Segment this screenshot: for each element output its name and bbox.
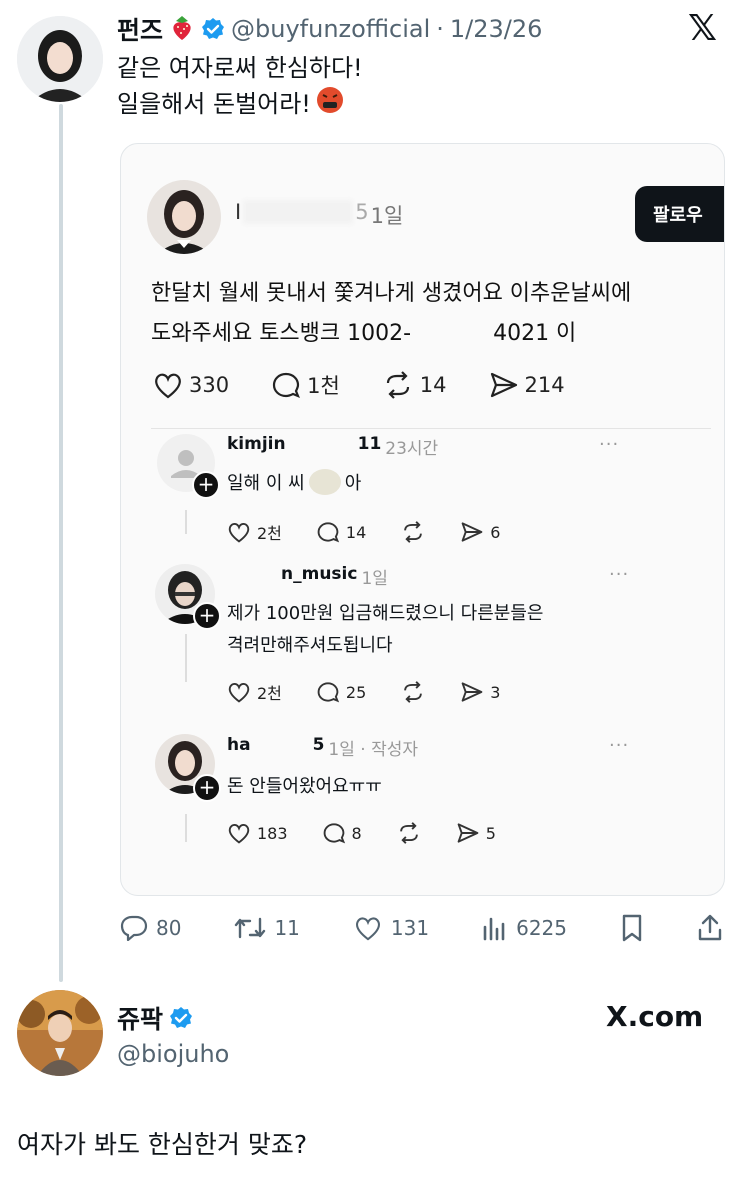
views-button[interactable]: 6225 <box>482 915 567 941</box>
author-name[interactable]: 펀즈 <box>117 11 163 47</box>
repost-icon <box>404 681 423 703</box>
tweet-text-line1: 같은 여자로써 한심하다! <box>117 54 363 82</box>
follow-plus-icon[interactable]: + <box>192 471 220 499</box>
author-handle[interactable]: @buyfunzofficial <box>231 15 430 43</box>
post-text-line1: 한달치 월세 못내서 쫓겨나게 생겼어요 이추운날씨에 <box>151 281 632 306</box>
reply3-user: ha <box>227 735 251 755</box>
heart-icon <box>355 917 380 941</box>
comment-icon <box>272 372 301 398</box>
heart-icon <box>228 824 250 844</box>
comment-icon <box>317 522 340 543</box>
quote-author-avatar[interactable] <box>17 990 103 1076</box>
reply-button[interactable]: 80 <box>120 915 181 941</box>
post-repost-stat: 14 <box>382 370 447 400</box>
heart-icon <box>228 523 250 543</box>
embedded-image[interactable]: I 5 1일 팔로우 한달치 월세 못내서 쫓겨나게 생겼어요 이추운날씨에 도… <box>120 143 725 896</box>
more-icon[interactable]: ··· <box>609 735 629 756</box>
more-icon[interactable]: ··· <box>609 564 629 585</box>
follow-button[interactable]: 팔로우 <box>635 186 724 242</box>
reply1-user-tail: 11 <box>357 434 382 454</box>
rice-ball-icon <box>305 467 345 495</box>
post-comment-stat: 1천 <box>271 370 340 400</box>
share-button[interactable] <box>697 914 723 942</box>
x-logo-icon[interactable]: 𝕏 <box>688 8 717 49</box>
comment-icon <box>323 823 345 844</box>
verified-badge-icon <box>169 1006 193 1030</box>
thread-line <box>59 104 63 982</box>
post-like-stat: 330 <box>153 370 229 400</box>
comment-icon <box>317 682 340 703</box>
reply3-time: 1일 · 작성자 <box>328 740 419 760</box>
reply3-user-tail: 5 <box>312 735 325 755</box>
quote-author-name[interactable]: 쥬팍 <box>117 1000 163 1036</box>
send-icon <box>461 682 483 702</box>
post-share-stat: 214 <box>489 370 565 400</box>
verified-badge-icon <box>201 17 225 41</box>
bookmark-icon <box>622 914 642 942</box>
bookmark-button[interactable] <box>620 914 644 942</box>
separator-dot: · <box>436 15 444 43</box>
share-icon <box>698 914 722 941</box>
send-icon <box>490 372 517 398</box>
angry-face-icon <box>315 85 345 124</box>
like-button[interactable]: 131 <box>353 915 429 941</box>
quote-text: 여자가 봐도 한심한거 맞죠? <box>17 1130 308 1159</box>
send-icon <box>461 522 483 542</box>
poster-avatar <box>147 180 221 254</box>
analytics-icon <box>483 917 505 941</box>
tweet-text-line2: 일을해서 돈벌어라! <box>117 90 311 118</box>
post-text-line2a: 도와주세요 토스뱅크 1002- <box>151 321 412 346</box>
reply-icon <box>120 915 148 941</box>
reply1-time: 23시간 <box>385 439 439 459</box>
quote-author-handle[interactable]: @biojuho <box>117 1040 229 1068</box>
reply2-text-line2: 격려만해주셔도됩니다 <box>227 635 393 656</box>
author-avatar[interactable] <box>17 16 103 102</box>
follow-plus-icon[interactable]: + <box>193 602 221 630</box>
retweet-button[interactable]: 11 <box>234 915 300 941</box>
poster-time: 1일 <box>370 204 404 228</box>
post-text-line2b: 4021 이 <box>493 321 577 346</box>
heart-icon <box>155 373 181 399</box>
follow-plus-icon[interactable]: + <box>193 774 221 802</box>
heart-icon <box>228 683 250 703</box>
reply1-text-b: 아 <box>344 473 362 494</box>
x-com-label: X.com <box>606 1000 704 1033</box>
reply3-text: 돈 안들어왔어요ㅠㅠ <box>227 776 382 797</box>
repost-icon <box>386 371 409 399</box>
reply2-user: n_music <box>281 564 358 584</box>
send-icon <box>457 823 479 843</box>
repost-icon <box>404 521 423 543</box>
strawberry-icon <box>169 13 195 46</box>
tweet-date[interactable]: 1/23/26 <box>450 15 543 43</box>
reply1-text-a: 일해 이 씨 <box>227 473 305 494</box>
reply1-user: kimjin <box>227 434 286 454</box>
reply2-text-line1: 제가 100만원 입금해드렸으니 다른분들은 <box>227 603 544 624</box>
reply2-time: 1일 <box>361 569 388 589</box>
repost-icon <box>399 822 418 844</box>
retweet-icon <box>235 917 266 939</box>
more-icon[interactable]: ··· <box>599 434 619 455</box>
